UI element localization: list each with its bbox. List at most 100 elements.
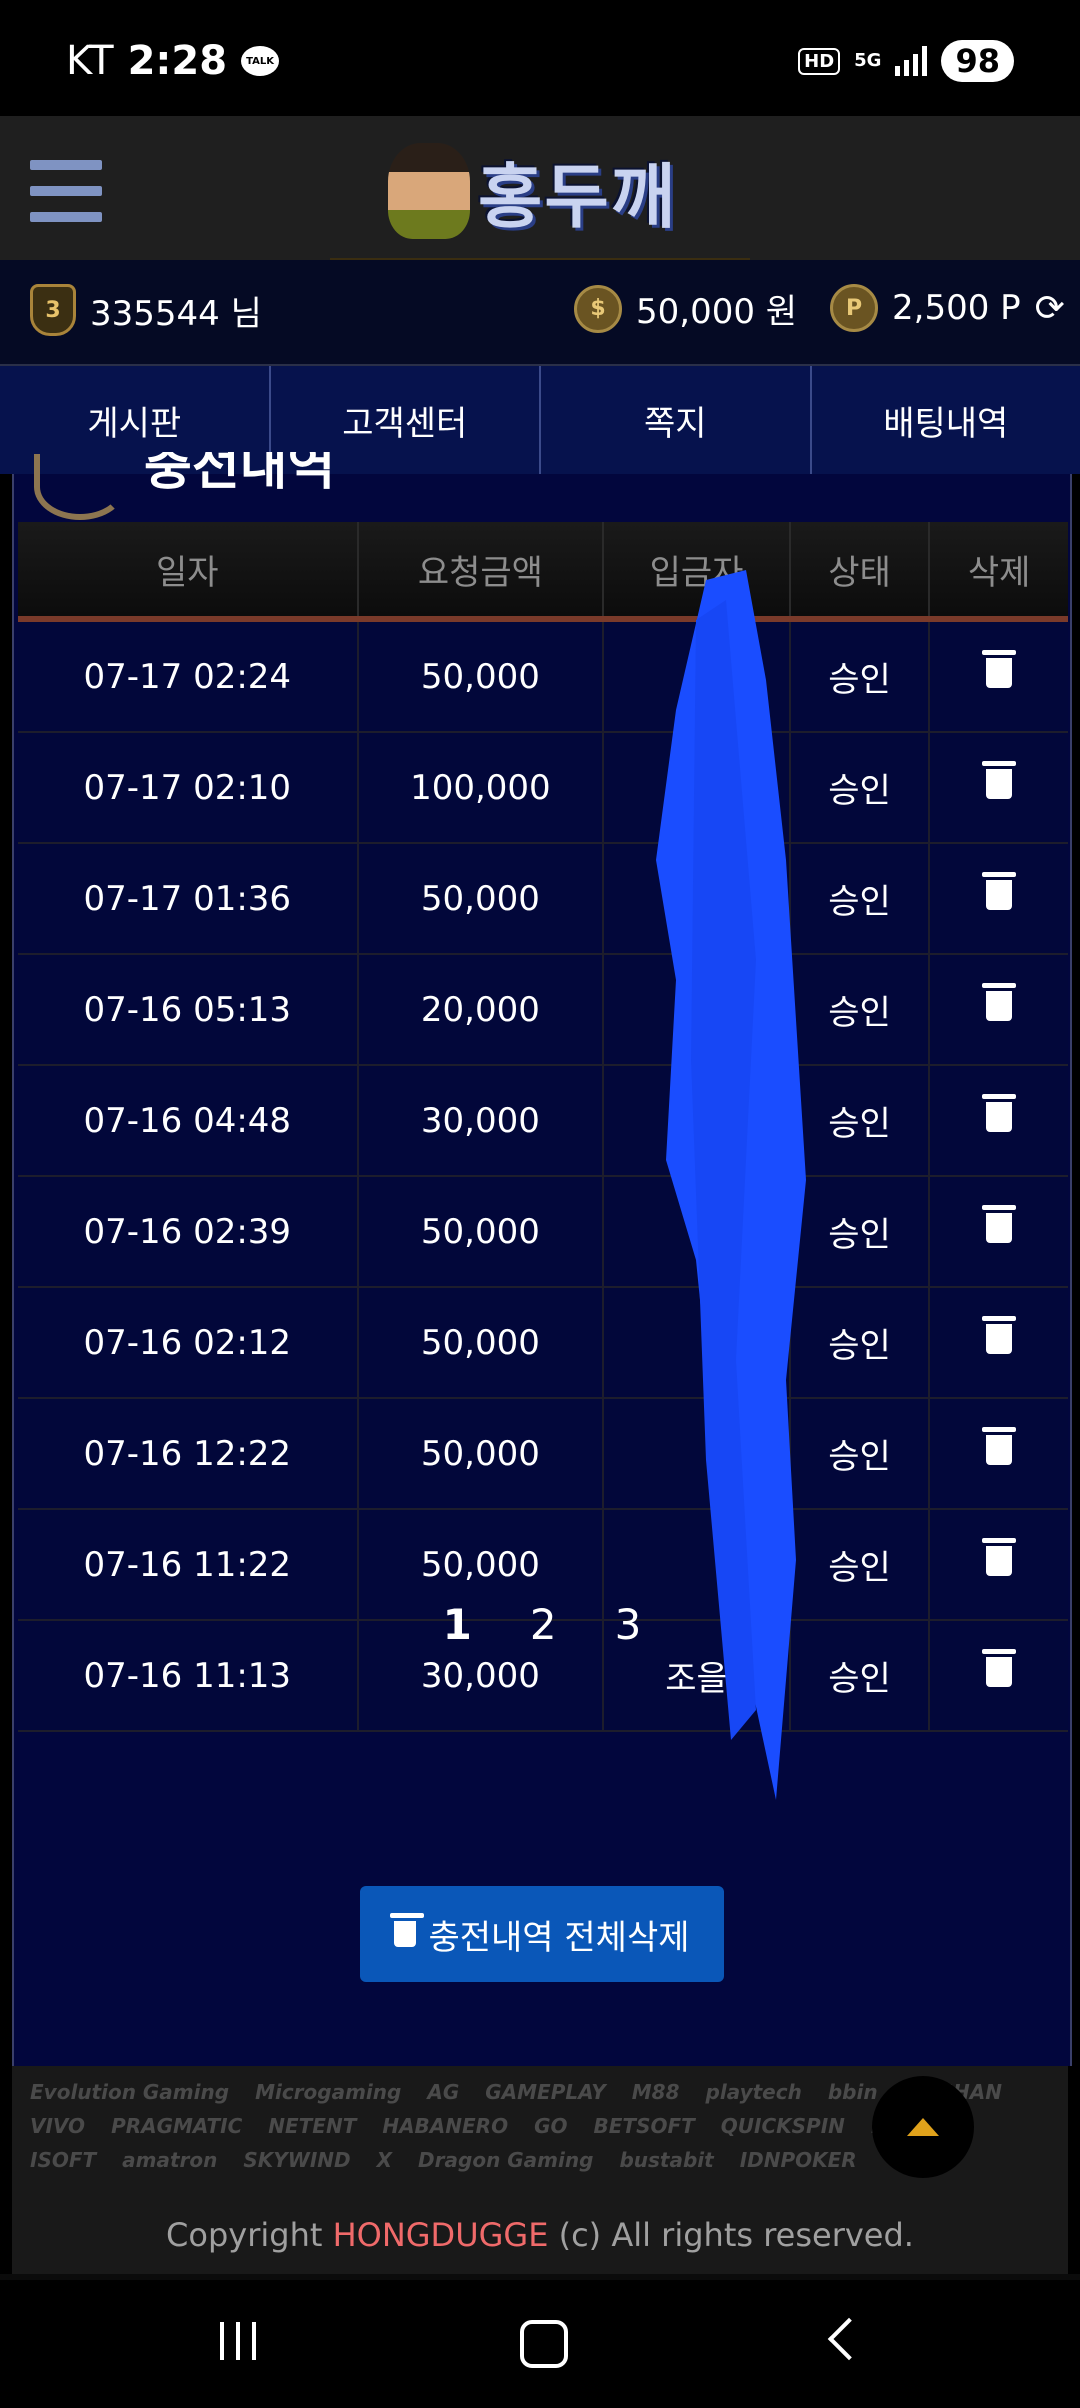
point-balance: P 2,500 P ⟳ — [830, 284, 1065, 332]
row-date: 07-16 05:13 — [18, 954, 359, 1066]
row-delete-button[interactable] — [929, 1287, 1068, 1399]
menu-icon[interactable] — [30, 160, 102, 222]
hd-voice-icon: HD — [798, 47, 841, 75]
vendor-logo: Evolution Gaming — [30, 2080, 230, 2104]
copyright-suffix: (c) All rights reserved. — [558, 2216, 914, 2254]
refresh-icon[interactable]: ⟳ — [1035, 288, 1065, 329]
row-date: 07-17 02:24 — [18, 619, 359, 733]
system-navigation-bar — [0, 2280, 1080, 2408]
copyright-brand: HONGDUGGE — [332, 2216, 549, 2254]
scroll-to-top-button[interactable] — [872, 2076, 974, 2178]
level-badge-icon: 3 — [30, 284, 76, 336]
table-row: 07-17 01:36 50,000 승인 — [18, 843, 1068, 955]
app-header: 홍두깨 — [0, 116, 1080, 260]
username: 335544 님 — [90, 293, 262, 334]
vendor-logo: QUICKSPIN — [720, 2114, 845, 2138]
row-amount: 50,000 — [357, 1287, 605, 1399]
row-delete-button[interactable] — [929, 843, 1068, 955]
vendor-logo: playtech — [705, 2080, 802, 2104]
vendor-logo: HABANERO — [382, 2114, 509, 2138]
nav-item-messages[interactable]: 쪽지 — [541, 366, 812, 474]
pagination: 1 2 3 — [14, 1600, 1070, 1649]
table-row: 07-17 02:24 50,000 승인 — [18, 619, 1068, 733]
table-row: 07-16 12:22 50,000 승인 — [18, 1398, 1068, 1510]
trash-icon — [982, 649, 1017, 688]
row-date: 07-17 02:10 — [18, 732, 359, 844]
trash-icon — [982, 982, 1017, 1021]
row-amount: 20,000 — [357, 954, 605, 1066]
row-delete-button[interactable] — [929, 1065, 1068, 1177]
trash-icon — [982, 871, 1017, 910]
table-row: 07-16 02:39 50,000 승인 — [18, 1176, 1068, 1288]
row-amount: 50,000 — [357, 1398, 605, 1510]
site-logo[interactable]: 홍두깨 — [388, 136, 677, 246]
user-level: 3 335544 님 — [30, 284, 262, 336]
back-icon[interactable] — [827, 2317, 871, 2361]
vendor-logo: X — [376, 2148, 393, 2172]
carrier-label: KT — [66, 38, 114, 84]
section-title-decoration-icon — [34, 454, 126, 520]
row-delete-button[interactable] — [929, 1176, 1068, 1288]
home-icon[interactable] — [520, 2320, 568, 2368]
row-delete-button[interactable] — [929, 732, 1068, 844]
charge-history-panel: 충전내역 일자 요청금액 입금자 상태 삭제 07-17 02:24 50,000… — [12, 452, 1072, 2066]
status-bar: KT 2:28 TALK HD 5G 98 — [0, 0, 1080, 116]
trash-icon — [982, 760, 1017, 799]
user-info-bar: 3 335544 님 $ 50,000 원 P 2,500 P ⟳ — [0, 260, 1080, 366]
trash-icon — [982, 1648, 1017, 1687]
vendor-logo: Microgaming — [255, 2080, 402, 2104]
money-amount: 50,000 원 — [636, 292, 798, 332]
row-amount: 30,000 — [357, 1065, 605, 1177]
kakaotalk-notification-icon: TALK — [241, 46, 280, 76]
copyright: Copyright HONGDUGGE (c) All rights reser… — [12, 2216, 1068, 2254]
vendor-logo: bustabit — [619, 2148, 714, 2172]
row-delete-button[interactable] — [929, 1398, 1068, 1510]
vendor-logo: NETENT — [268, 2114, 357, 2138]
page-1[interactable]: 1 — [443, 1600, 472, 1649]
vendor-logo: M88 — [631, 2080, 680, 2104]
vendor-logo: GAMEPLAY — [485, 2080, 606, 2104]
delete-all-history-button[interactable]: 충전내역 전체삭제 — [360, 1886, 724, 1982]
table-row: 07-16 05:13 20,000 승인 — [18, 954, 1068, 1066]
vendor-logo: PRAGMATIC — [111, 2114, 243, 2138]
row-amount: 50,000 — [357, 619, 605, 733]
vendor-logo: SKYWIND — [243, 2148, 351, 2172]
chevron-up-icon — [907, 2118, 939, 2136]
row-delete-button[interactable] — [929, 954, 1068, 1066]
row-date: 07-16 12:22 — [18, 1398, 359, 1510]
logo-text: 홍두깨 — [478, 155, 678, 238]
col-delete-header: 삭제 — [929, 522, 1068, 619]
vendor-logo: amatron — [122, 2148, 218, 2172]
nav-item-betting-history[interactable]: 배팅내역 — [812, 366, 1080, 474]
row-delete-button[interactable] — [929, 619, 1068, 733]
vendor-logo: ISOFT — [30, 2148, 97, 2172]
page-2[interactable]: 2 — [530, 1600, 557, 1649]
vendor-logo: AG — [427, 2080, 460, 2104]
col-date-header: 일자 — [18, 522, 359, 619]
vendor-logo: IDNPOKER — [739, 2148, 857, 2172]
vendor-logo: GO — [534, 2114, 568, 2138]
section-title: 충전내역 — [144, 452, 336, 497]
money-balance: $ 50,000 원 — [574, 284, 797, 333]
table-row: 07-17 02:10 100,000 승인 — [18, 732, 1068, 844]
row-date: 07-16 02:12 — [18, 1287, 359, 1399]
network-5g-icon: 5G — [854, 50, 882, 71]
point-coin-icon: P — [830, 284, 878, 332]
row-amount: 50,000 — [357, 1176, 605, 1288]
point-amount: 2,500 P — [892, 288, 1021, 328]
trash-icon — [982, 1204, 1017, 1243]
trash-icon — [390, 1913, 425, 1947]
delete-all-label: 충전내역 전체삭제 — [428, 1917, 690, 1958]
col-amount-header: 요청금액 — [357, 522, 605, 619]
table-row: 07-16 04:48 30,000 승인 — [18, 1065, 1068, 1177]
charge-history-table: 일자 요청금액 입금자 상태 삭제 07-17 02:24 50,000 승인 07-… — [18, 522, 1068, 1732]
trash-icon — [982, 1315, 1017, 1354]
row-amount: 100,000 — [357, 732, 605, 844]
row-date: 07-16 02:39 — [18, 1176, 359, 1288]
trash-icon — [982, 1093, 1017, 1132]
row-amount: 50,000 — [357, 843, 605, 955]
row-date: 07-17 01:36 — [18, 843, 359, 955]
redaction-scribble — [656, 570, 806, 1800]
trash-icon — [982, 1426, 1017, 1465]
recent-apps-icon[interactable] — [220, 2322, 256, 2360]
